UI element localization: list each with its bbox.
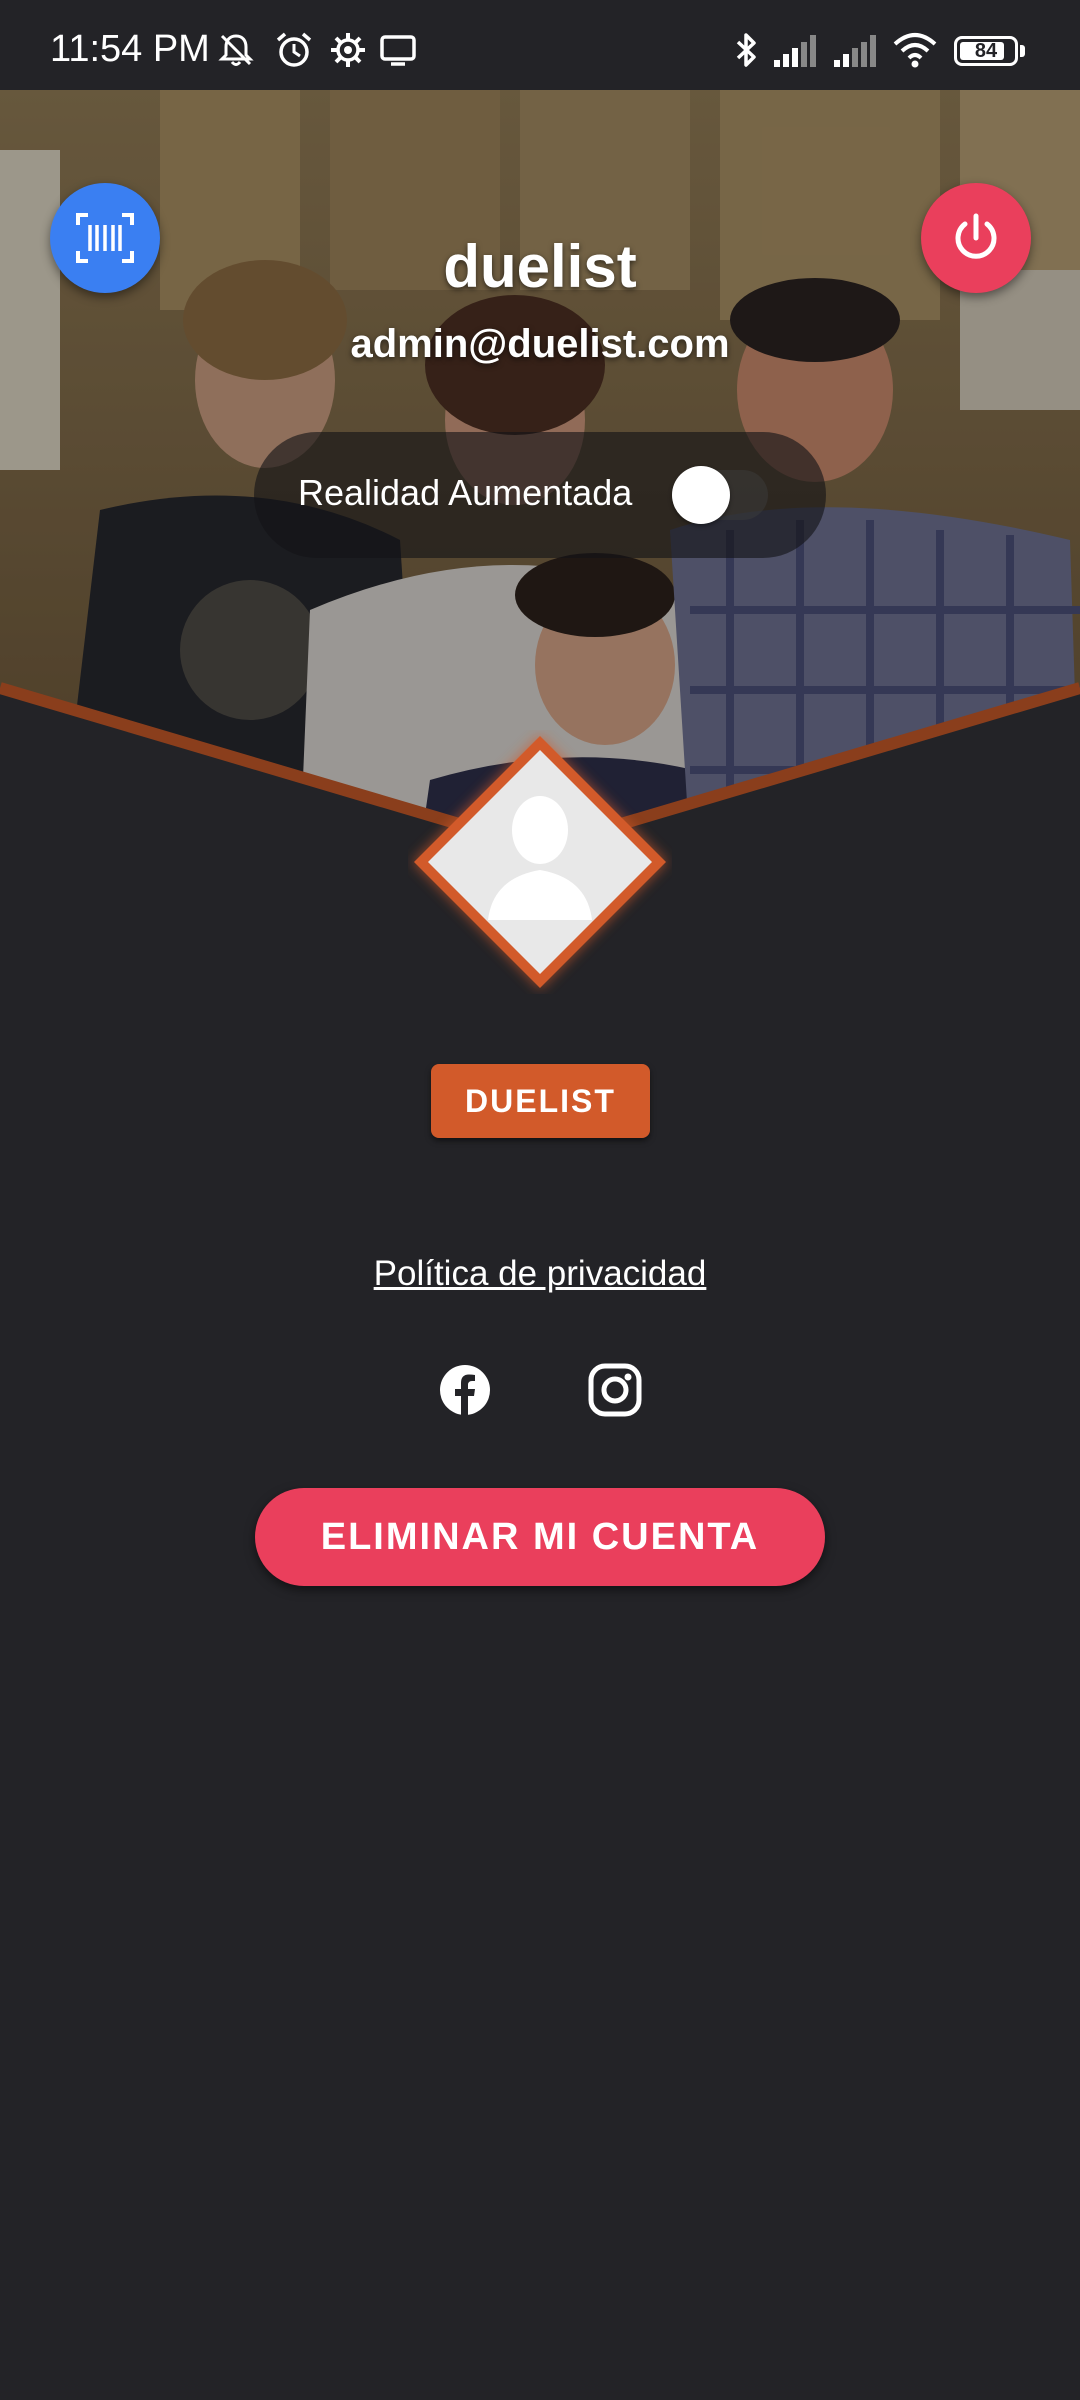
avatar bbox=[412, 734, 668, 990]
bluetooth-icon bbox=[736, 33, 756, 67]
alarm-icon bbox=[276, 32, 312, 67]
battery-tip bbox=[1020, 45, 1025, 57]
ar-toggle-row[interactable]: Realidad Aumentada bbox=[254, 432, 826, 558]
ar-toggle-label: Realidad Aumentada bbox=[298, 472, 633, 513]
profile-username: duelist bbox=[443, 233, 637, 300]
status-time: 11:54 PM bbox=[50, 28, 210, 70]
privacy-policy-link[interactable]: Política de privacidad bbox=[0, 1254, 1080, 1294]
settings-gear-icon bbox=[331, 33, 365, 67]
role-badge: DUELIST bbox=[431, 1064, 650, 1138]
status-bar: 11:54 PM 84 bbox=[0, 0, 1080, 90]
toggle-knob bbox=[672, 466, 730, 524]
battery-percentage: 84 bbox=[974, 40, 998, 62]
profile-email: admin@duelist.com bbox=[350, 322, 730, 366]
ar-toggle-switch[interactable] bbox=[672, 466, 768, 524]
battery-icon: 84 bbox=[954, 36, 1018, 66]
signal-icon bbox=[774, 35, 816, 67]
instagram-icon[interactable] bbox=[587, 1362, 643, 1418]
mute-bell-icon bbox=[218, 34, 254, 66]
facebook-icon[interactable] bbox=[437, 1362, 493, 1418]
cast-screen-icon bbox=[380, 35, 416, 66]
signal-icon bbox=[834, 35, 876, 67]
delete-account-button[interactable]: ELIMINAR MI CUENTA bbox=[255, 1488, 825, 1586]
wifi-icon bbox=[893, 33, 937, 68]
